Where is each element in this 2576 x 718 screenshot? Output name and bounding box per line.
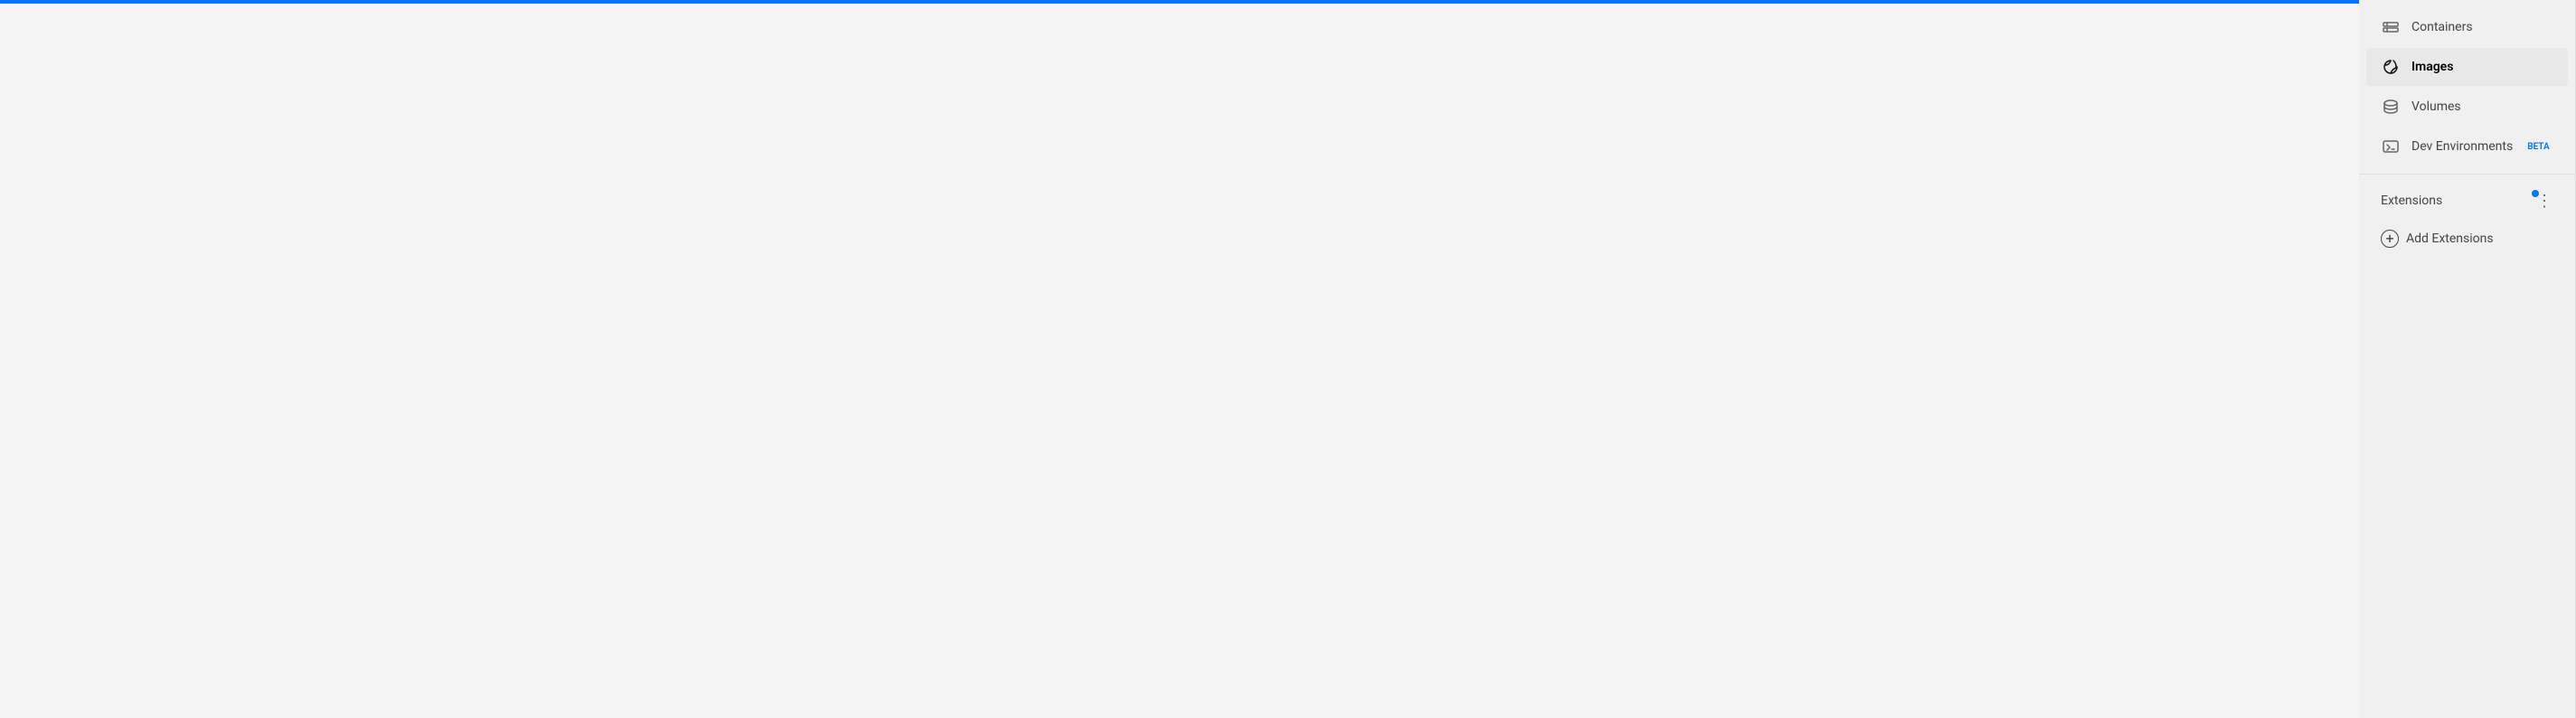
sidebar-divider [2359,174,2575,175]
sidebar-item-dev-environments-label: Dev Environments [2411,139,2513,154]
sidebar-item-dev-environments[interactable]: Dev Environments BETA [2366,128,2568,165]
sidebar-item-images[interactable]: Images [2366,48,2568,86]
extensions-label: Extensions [2381,194,2535,208]
sidebar-item-containers-label: Containers [2411,20,2473,34]
images-icon [2381,57,2401,77]
sidebar-item-volumes[interactable]: Volumes [2366,88,2568,126]
add-icon: + [2381,230,2399,248]
extensions-notification-dot [2532,190,2539,197]
sidebar-item-extensions[interactable]: Extensions ⋮ [2366,183,2568,219]
top-bar [0,0,2359,4]
volumes-icon [2381,97,2401,117]
sidebar-item-images-label: Images [2411,60,2453,74]
dev-environments-icon [2381,137,2401,156]
sidebar-item-add-extensions[interactable]: + Add Extensions [2366,221,2568,257]
sidebar-item-volumes-label: Volumes [2411,99,2461,114]
beta-badge: BETA [2527,142,2549,152]
containers-icon [2381,17,2401,37]
sidebar-item-containers[interactable]: Containers [2366,8,2568,46]
add-extensions-label: Add Extensions [2406,231,2494,246]
sidebar: Containers Images Volumes [2359,0,2576,718]
